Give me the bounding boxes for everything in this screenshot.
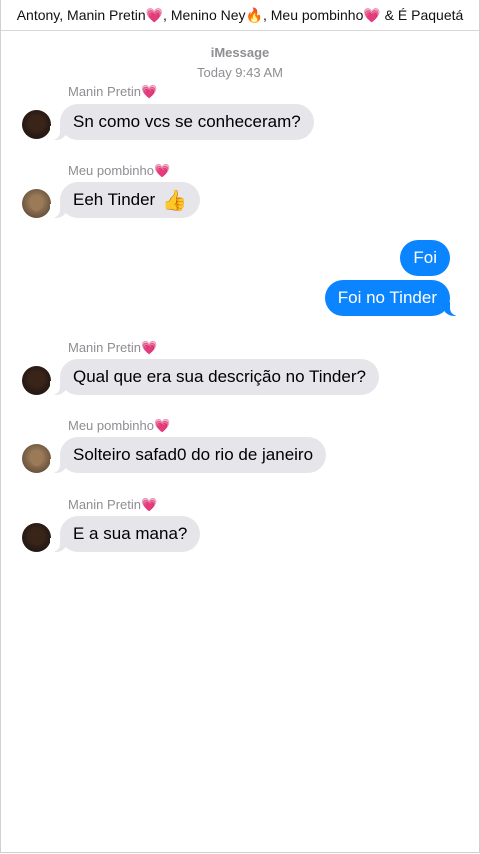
- service-label: iMessage: [210, 45, 270, 60]
- sender-name: Meu pombinho💗: [68, 163, 171, 178]
- incoming-message-bubble[interactable]: Qual que era sua descrição no Tinder?: [50, 359, 379, 395]
- conversation-screen: Antony, Manin Pretin💗, Menino Ney🔥, Meu …: [0, 0, 480, 853]
- avatar-face: [30, 372, 43, 388]
- avatar-face: [30, 529, 43, 545]
- avatar[interactable]: [22, 444, 51, 473]
- incoming-message-bubble[interactable]: E a sua mana?: [49, 516, 201, 552]
- message-text: Eeh Tinder: [73, 190, 156, 209]
- thumbs-up-icon: 👍: [161, 189, 187, 212]
- timestamp: Today 9:43 AM: [197, 65, 283, 80]
- outgoing-message-bubble[interactable]: Foi no Tinder: [324, 280, 461, 316]
- avatar[interactable]: [22, 523, 51, 552]
- incoming-message-bubble[interactable]: Sn como vcs se conheceram?: [50, 104, 314, 140]
- sender-name: Manin Pretin💗: [68, 497, 158, 512]
- conversation-meta: iMessage Today 9:43 AM: [1, 45, 479, 80]
- avatar-face: [30, 195, 43, 211]
- avatar[interactable]: [22, 110, 51, 139]
- sender-name: Manin Pretin💗: [68, 340, 158, 355]
- avatar[interactable]: [22, 366, 51, 395]
- avatar-face: [30, 116, 43, 132]
- sender-name: Manin Pretin💗: [68, 84, 158, 99]
- incoming-message-bubble[interactable]: Eeh Tinder 👍: [50, 182, 200, 218]
- incoming-message-bubble[interactable]: Solteiro safad0 do rio de janeiro: [49, 437, 327, 473]
- avatar[interactable]: [22, 189, 51, 218]
- group-name-header[interactable]: Antony, Manin Pretin💗, Menino Ney🔥, Meu …: [1, 0, 479, 31]
- outgoing-message-bubble[interactable]: Foi: [400, 240, 450, 276]
- sender-name: Meu pombinho💗: [68, 418, 171, 433]
- avatar-face: [30, 450, 43, 466]
